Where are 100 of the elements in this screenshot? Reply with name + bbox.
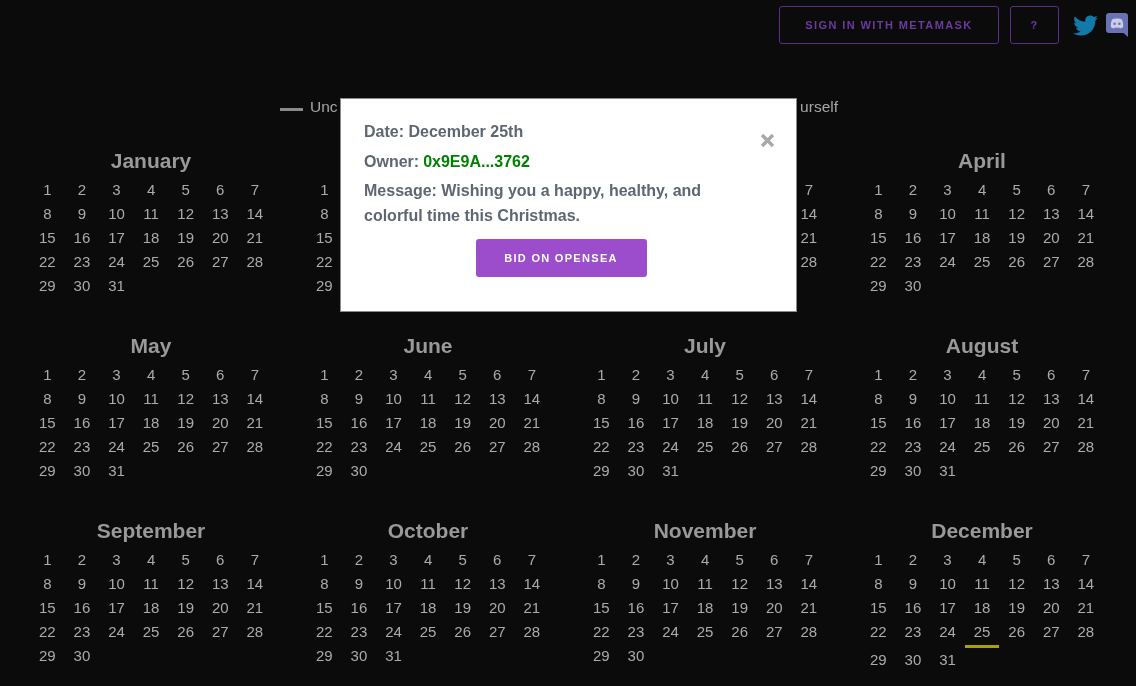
calendar-day[interactable]: 9 [69,572,94,596]
calendar-day[interactable]: 10 [658,387,683,411]
calendar-day[interactable]: 30 [623,459,648,483]
calendar-day[interactable]: 28 [242,435,267,459]
calendar-day[interactable]: 25 [139,620,164,644]
calendar-day[interactable]: 10 [104,202,129,226]
calendar-day[interactable]: 26 [450,435,475,459]
calendar-day[interactable]: 12 [450,572,475,596]
calendar-day[interactable]: 26 [727,435,752,459]
calendar-day[interactable]: 29 [312,644,337,668]
calendar-day[interactable]: 7 [796,178,821,202]
calendar-day[interactable]: 2 [900,548,925,572]
calendar-day[interactable]: 11 [970,572,995,596]
calendar-day[interactable]: 2 [346,548,371,572]
calendar-day[interactable]: 14 [519,387,544,411]
calendar-day[interactable]: 10 [381,387,406,411]
calendar-day[interactable]: 9 [69,202,94,226]
calendar-day[interactable]: 11 [139,572,164,596]
calendar-day[interactable]: 15 [589,411,614,435]
calendar-day[interactable]: 16 [900,226,925,250]
calendar-day[interactable]: 13 [208,387,233,411]
calendar-day[interactable]: 21 [242,411,267,435]
calendar-day[interactable]: 23 [900,250,925,274]
calendar-day[interactable]: 8 [866,202,891,226]
calendar-day[interactable]: 24 [381,620,406,644]
calendar-day[interactable]: 19 [450,596,475,620]
calendar-day[interactable]: 24 [935,250,960,274]
calendar-day[interactable]: 5 [450,548,475,572]
calendar-day[interactable]: 18 [139,596,164,620]
calendar-day[interactable]: 22 [35,250,60,274]
calendar-day[interactable]: 7 [519,363,544,387]
calendar-day[interactable]: 29 [866,459,891,483]
calendar-day[interactable]: 3 [935,548,960,572]
calendar-day[interactable]: 30 [69,459,94,483]
bird-icon[interactable] [1073,14,1098,36]
calendar-day[interactable]: 3 [104,363,129,387]
calendar-day[interactable]: 6 [762,548,787,572]
calendar-day[interactable]: 16 [346,411,371,435]
calendar-day[interactable]: 17 [658,411,683,435]
calendar-day[interactable]: 26 [1004,435,1029,459]
calendar-day[interactable]: 9 [900,387,925,411]
calendar-day[interactable]: 1 [589,548,614,572]
calendar-day[interactable]: 22 [866,620,891,644]
calendar-day[interactable]: 13 [208,572,233,596]
calendar-day[interactable]: 20 [762,411,787,435]
calendar-day[interactable]: 20 [485,411,510,435]
calendar-day[interactable]: 25 [970,250,995,274]
calendar-day[interactable]: 18 [970,596,995,620]
calendar-day[interactable]: 16 [346,596,371,620]
calendar-day[interactable]: 20 [208,226,233,250]
calendar-day[interactable]: 26 [450,620,475,644]
calendar-day[interactable]: 20 [1039,411,1064,435]
calendar-day[interactable]: 9 [623,572,648,596]
calendar-day[interactable]: 19 [173,226,198,250]
calendar-day[interactable]: 15 [312,411,337,435]
calendar-day[interactable]: 16 [900,411,925,435]
calendar-day[interactable]: 4 [139,363,164,387]
calendar-day[interactable]: 21 [1073,596,1098,620]
calendar-day[interactable]: 16 [69,411,94,435]
calendar-day[interactable]: 24 [658,435,683,459]
calendar-day[interactable]: 6 [1039,363,1064,387]
calendar-day[interactable]: 29 [312,459,337,483]
calendar-day[interactable]: 14 [519,572,544,596]
calendar-day[interactable]: 29 [589,644,614,668]
calendar-day[interactable]: 2 [623,363,648,387]
calendar-day[interactable]: 30 [900,274,925,298]
calendar-day[interactable]: 8 [589,572,614,596]
calendar-day[interactable]: 18 [693,411,718,435]
calendar-day[interactable]: 28 [1073,435,1098,459]
calendar-day[interactable]: 12 [1004,202,1029,226]
calendar-day[interactable]: 15 [589,596,614,620]
calendar-day[interactable]: 31 [935,459,960,483]
calendar-day[interactable]: 6 [485,548,510,572]
calendar-day[interactable]: 8 [312,387,337,411]
calendar-day[interactable]: 14 [242,202,267,226]
calendar-day[interactable]: 8 [866,387,891,411]
calendar-day[interactable]: 3 [658,548,683,572]
calendar-day[interactable]: 28 [519,435,544,459]
calendar-day[interactable]: 8 [866,572,891,596]
calendar-day[interactable]: 12 [727,387,752,411]
calendar-day[interactable]: 5 [450,363,475,387]
calendar-day[interactable]: 29 [866,274,891,298]
calendar-day[interactable]: 16 [69,226,94,250]
calendar-day[interactable]: 16 [623,596,648,620]
calendar-day[interactable]: 13 [1039,387,1064,411]
calendar-day[interactable]: 29 [866,648,891,672]
calendar-day[interactable]: 3 [381,548,406,572]
calendar-day[interactable]: 30 [623,644,648,668]
calendar-day[interactable]: 23 [69,250,94,274]
calendar-day[interactable]: 24 [658,620,683,644]
calendar-day[interactable]: 17 [658,596,683,620]
close-icon[interactable] [760,133,775,148]
calendar-day[interactable]: 22 [312,435,337,459]
calendar-day[interactable]: 27 [485,620,510,644]
calendar-day[interactable]: 31 [935,648,960,672]
calendar-day[interactable]: 5 [173,548,198,572]
calendar-day[interactable]: 23 [346,435,371,459]
calendar-day[interactable]: 10 [104,572,129,596]
calendar-day[interactable]: 19 [727,411,752,435]
calendar-day[interactable]: 13 [485,387,510,411]
